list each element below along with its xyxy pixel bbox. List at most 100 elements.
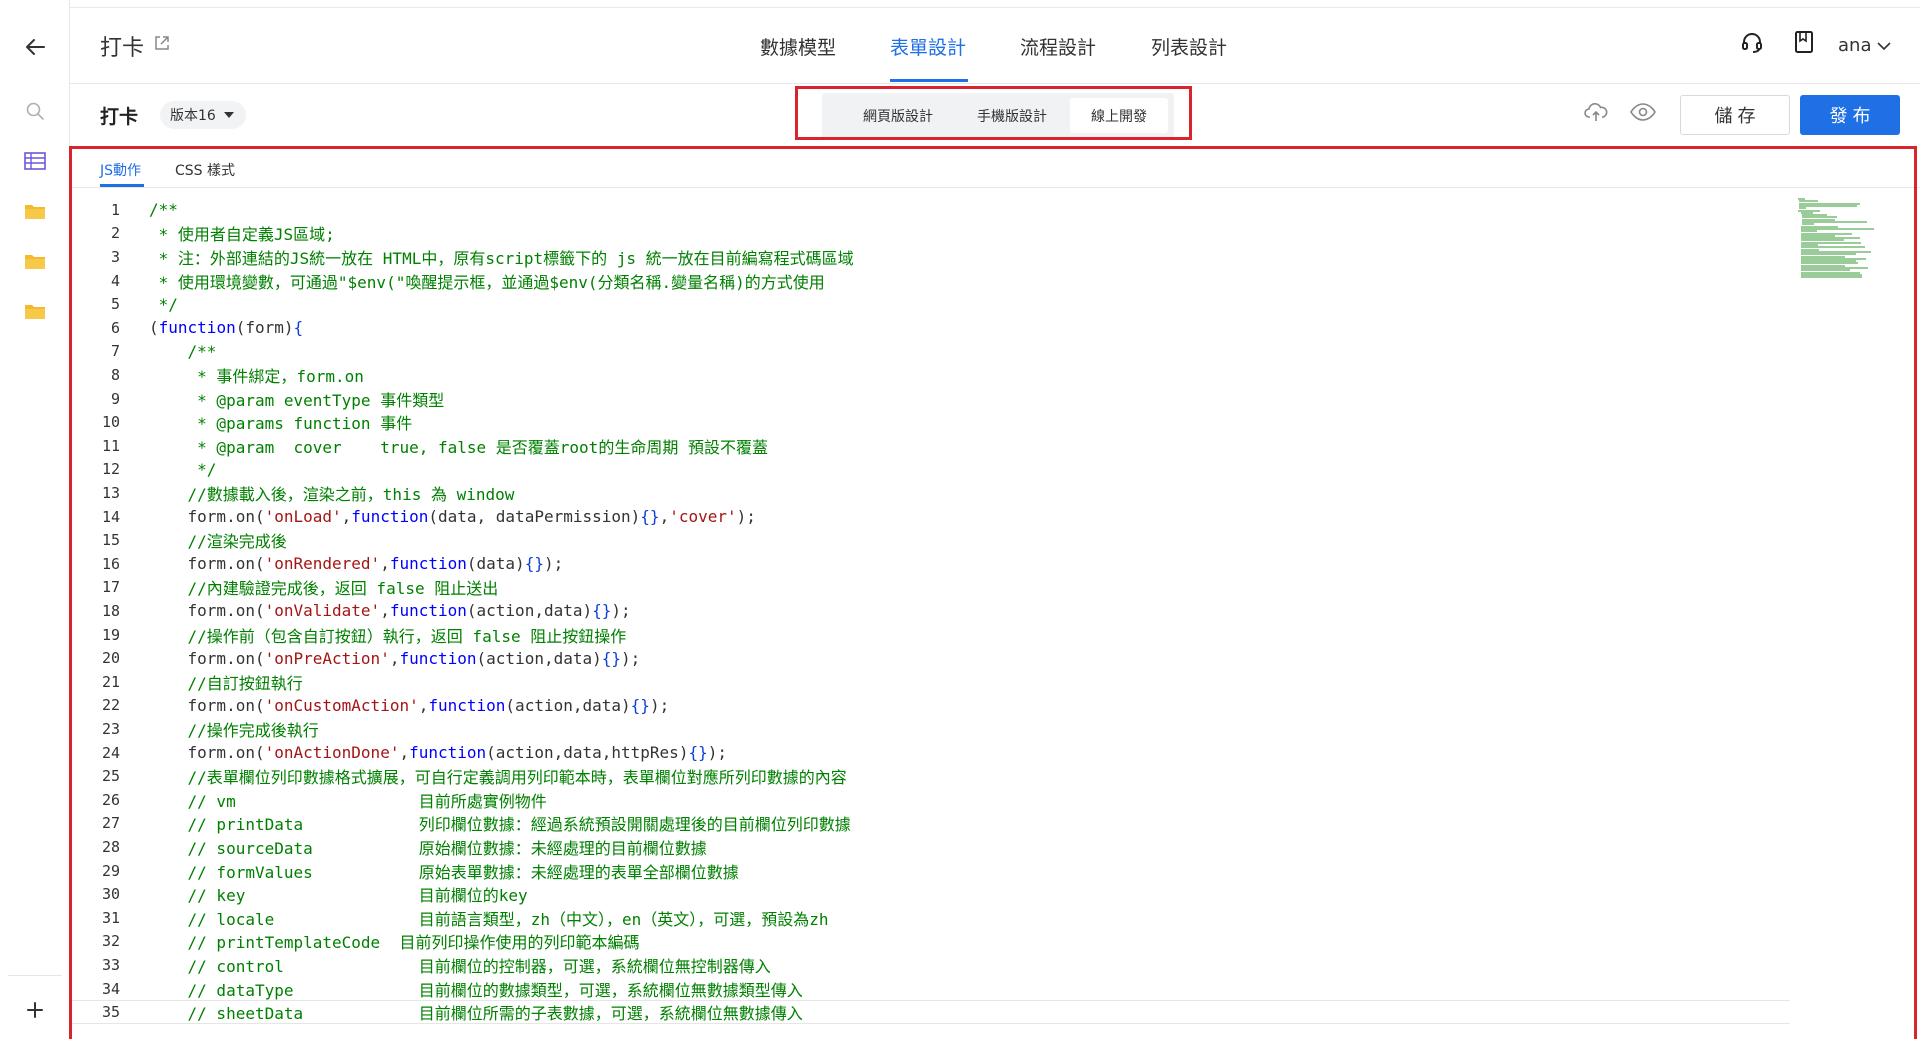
code-line[interactable]: 21 //自訂按鈕執行 xyxy=(70,670,1790,694)
mode-web-design[interactable]: 網頁版設計 xyxy=(842,98,954,133)
line-number: 5 xyxy=(110,295,120,314)
line-number: 3 xyxy=(110,247,120,266)
code-line[interactable]: 23 //操作完成後執行 xyxy=(70,717,1790,741)
main-nav: 數據模型 表單設計 流程設計 列表設計 xyxy=(70,8,1920,84)
line-text: //渲染完成後 xyxy=(149,532,287,552)
line-text: form.on('onRendered',function(data){}); xyxy=(149,554,564,574)
folder-icon[interactable] xyxy=(0,198,70,224)
code-line[interactable]: 25 //表單欄位列印數據格式擴展，可自行定義調用列印範本時，表單欄位對應所列印… xyxy=(70,764,1790,788)
line-text: //自訂按鈕執行 xyxy=(149,673,303,693)
tab-data-model[interactable]: 數據模型 xyxy=(760,33,836,60)
line-number: 24 xyxy=(101,743,120,762)
code-line[interactable]: 13 //數據載入後，渲染之前，this 為 window xyxy=(70,481,1790,505)
minimap-line xyxy=(1801,276,1863,279)
line-number: 15 xyxy=(101,531,120,550)
editor-tabs: JS動作 CSS 樣式 xyxy=(70,150,1920,188)
line-number: 1 xyxy=(110,200,120,219)
user-menu[interactable]: ana xyxy=(1838,35,1891,56)
line-number: 29 xyxy=(101,861,120,880)
line-text: // printTemplateCode 目前列印操作使用的列印範本編碼 xyxy=(149,933,640,953)
code-line[interactable]: 18 form.on('onValidate',function(action,… xyxy=(70,599,1790,623)
line-text: //數據載入後，渲染之前，this 為 window xyxy=(149,484,515,504)
code-minimap[interactable] xyxy=(1798,198,1910,298)
app-header: 打卡 數據模型 表單設計 流程設計 列表設計 ana xyxy=(70,8,1920,84)
save-button[interactable]: 儲 存 xyxy=(1680,95,1790,135)
chevron-down-icon xyxy=(1877,35,1891,56)
line-number: 11 xyxy=(101,436,120,455)
code-line[interactable]: 32 // printTemplateCode 目前列印操作使用的列印範本編碼 xyxy=(70,930,1790,954)
code-line[interactable]: 28 // sourceData 原始欄位數據：未經處理的目前欄位數據 xyxy=(70,835,1790,859)
line-text: (function(form){ xyxy=(149,318,304,338)
version-select[interactable]: 版本16 xyxy=(160,101,246,129)
table-list-icon[interactable] xyxy=(0,148,70,174)
code-line[interactable]: 11 * @param cover true, false 是否覆蓋root的生… xyxy=(70,434,1790,458)
code-line[interactable]: 24 form.on('onActionDone',function(actio… xyxy=(70,741,1790,765)
design-mode-switch: 網頁版設計 手機版設計 線上開發 xyxy=(822,93,1174,138)
active-tab-indicator xyxy=(890,79,968,82)
code-line[interactable]: 12 */ xyxy=(70,458,1790,482)
code-line[interactable]: 22 form.on('onCustomAction',function(act… xyxy=(70,694,1790,718)
line-text: * @params function 事件 xyxy=(149,414,413,434)
minimap-line xyxy=(1798,204,1857,207)
code-line[interactable]: 16 form.on('onRendered',function(data){}… xyxy=(70,552,1790,576)
code-line[interactable]: 5 */ xyxy=(70,292,1790,316)
code-line[interactable]: 34 // dataType 目前欄位的數據類型，可選，系統欄位無數據類型傳入 xyxy=(70,977,1790,1001)
line-text: // sourceData 原始欄位數據：未經處理的目前欄位數據 xyxy=(149,838,707,858)
folder-icon[interactable] xyxy=(0,248,70,274)
code-line[interactable]: 33 // control 目前欄位的控制器，可選，系統欄位無控制器傳入 xyxy=(70,953,1790,977)
line-number: 10 xyxy=(101,413,120,432)
add-icon[interactable] xyxy=(0,996,70,1024)
line-text: //表單欄位列印數據格式擴展，可自行定義調用列印範本時，表單欄位對應所列印數據的… xyxy=(149,768,847,788)
line-number: 9 xyxy=(110,389,120,408)
line-number: 33 xyxy=(101,955,120,974)
code-line[interactable]: 35 // sheetData 目前欄位所需的子表數據，可選，系統欄位無數據傳入 xyxy=(70,1000,1790,1024)
tab-form-design[interactable]: 表單設計 xyxy=(890,33,966,60)
left-rail xyxy=(0,0,70,1039)
code-area[interactable]: 1/** 2 * 使用者自定義JS區域; 3 * 注：外部連結的JS統一放在 HTM… xyxy=(70,198,1790,1039)
mode-mobile-design[interactable]: 手機版設計 xyxy=(956,98,1068,133)
code-line[interactable]: 31 // locale 目前語言類型，zh（中文），en（英文），可選，預設為… xyxy=(70,906,1790,930)
code-line[interactable]: 3 * 注：外部連結的JS統一放在 HTML中，原有script標籤下的 js … xyxy=(70,245,1790,269)
line-number: 26 xyxy=(101,790,120,809)
mode-online-development[interactable]: 線上開發 xyxy=(1070,98,1168,133)
folder-icon[interactable] xyxy=(0,298,70,324)
line-number: 17 xyxy=(101,578,120,597)
tab-css-styles[interactable]: CSS 樣式 xyxy=(175,160,235,180)
code-line[interactable]: 14 form.on('onLoad',function(data, dataP… xyxy=(70,505,1790,529)
app-root: 打卡 數據模型 表單設計 流程設計 列表設計 ana 打卡 版本16 網頁版設計… xyxy=(0,0,1920,1039)
code-line[interactable]: 7 /** xyxy=(70,340,1790,364)
line-number: 13 xyxy=(101,483,120,502)
code-line[interactable]: 1 /** xyxy=(70,198,1790,222)
cloud-upload-icon[interactable] xyxy=(1584,101,1608,127)
code-line[interactable]: 15 //渲染完成後 xyxy=(70,528,1790,552)
version-label: 版本16 xyxy=(170,108,216,124)
code-line[interactable]: 19 //操作前（包含自訂按鈕）執行，返回 false 阻止按鈕操作 xyxy=(70,623,1790,647)
code-line[interactable]: 9 * @param eventType 事件類型 xyxy=(70,387,1790,411)
search-icon[interactable] xyxy=(0,98,70,124)
preview-eye-icon[interactable] xyxy=(1630,101,1656,127)
code-line[interactable]: 8 * 事件綁定，form.on xyxy=(70,363,1790,387)
code-line[interactable]: 17 //內建驗證完成後，返回 false 阻止送出 xyxy=(70,576,1790,600)
back-arrow-icon[interactable] xyxy=(0,30,70,64)
line-text: // key 目前欄位的key xyxy=(149,886,528,906)
code-line[interactable]: 2 * 使用者自定義JS區域; xyxy=(70,222,1790,246)
headset-support-icon[interactable] xyxy=(1740,30,1764,58)
code-line[interactable]: 6 (function(form){ xyxy=(70,316,1790,340)
active-subtab-indicator xyxy=(100,184,144,187)
rail-divider xyxy=(8,975,62,976)
tab-js-actions[interactable]: JS動作 xyxy=(100,160,141,180)
line-number: 16 xyxy=(101,554,120,573)
code-line[interactable]: 29 // formValues 原始表單數據：未經處理的表單全部欄位數據 xyxy=(70,859,1790,883)
code-line[interactable]: 27 // printData 列印欄位數據：經過系統預設開關處理後的目前欄位列… xyxy=(70,812,1790,836)
code-line[interactable]: 20 form.on('onPreAction',function(action… xyxy=(70,646,1790,670)
line-text: /** xyxy=(149,341,217,361)
code-line[interactable]: 26 // vm 目前所處實例物件 xyxy=(70,788,1790,812)
code-line[interactable]: 4 * 使用環境變數，可通過"$env("喚醒提示框，並通過$env(分類名稱.… xyxy=(70,269,1790,293)
tab-list-design[interactable]: 列表設計 xyxy=(1151,33,1227,60)
code-line[interactable]: 10 * @params function 事件 xyxy=(70,410,1790,434)
tab-flow-design[interactable]: 流程設計 xyxy=(1020,33,1096,60)
line-number: 27 xyxy=(101,814,120,833)
code-line[interactable]: 30 // key 目前欄位的key xyxy=(70,882,1790,906)
publish-button[interactable]: 發 布 xyxy=(1800,95,1900,135)
document-icon[interactable] xyxy=(1794,30,1814,58)
